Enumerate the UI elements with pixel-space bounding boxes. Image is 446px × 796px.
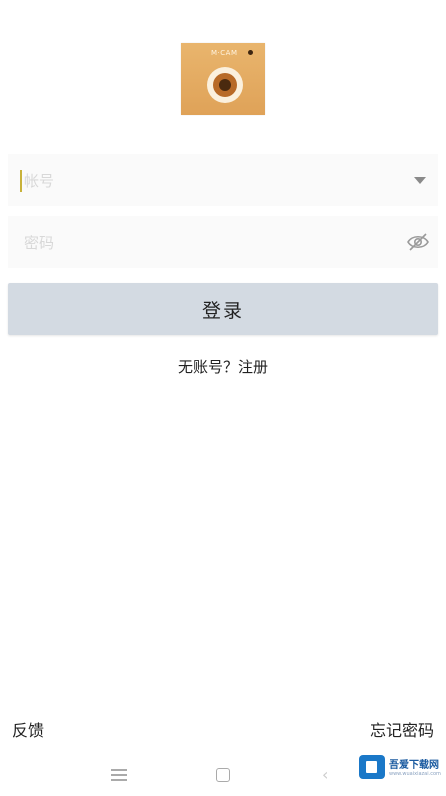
password-field[interactable]	[8, 216, 438, 268]
password-input[interactable]	[22, 228, 386, 258]
login-button[interactable]: 登录	[8, 283, 438, 335]
camera-lens-icon	[207, 67, 243, 103]
app-logo: M·CAM	[181, 43, 265, 115]
logo-label: M·CAM	[211, 49, 238, 57]
dropdown-arrow-icon[interactable]	[414, 177, 426, 184]
watermark-logo-icon	[359, 755, 385, 779]
forgot-password-link[interactable]: 忘记密码	[370, 717, 434, 741]
logo-flash-dot	[248, 50, 253, 55]
feedback-link[interactable]: 反馈	[12, 717, 44, 741]
register-label[interactable]: 无账号？注册	[178, 358, 268, 376]
back-icon[interactable]: ‹	[322, 767, 328, 783]
menu-icon[interactable]	[111, 769, 127, 781]
watermark: 吾爱下载网 www.wuaixiazai.com	[359, 753, 443, 783]
account-field[interactable]	[8, 154, 438, 206]
account-input[interactable]	[22, 166, 386, 196]
register-link[interactable]: 无账号？注册	[0, 356, 446, 377]
watermark-text: 吾爱下载网	[389, 760, 439, 771]
watermark-subtext: www.wuaixiazai.com	[389, 771, 441, 777]
home-icon[interactable]	[216, 768, 230, 782]
eye-off-icon[interactable]	[407, 232, 429, 252]
